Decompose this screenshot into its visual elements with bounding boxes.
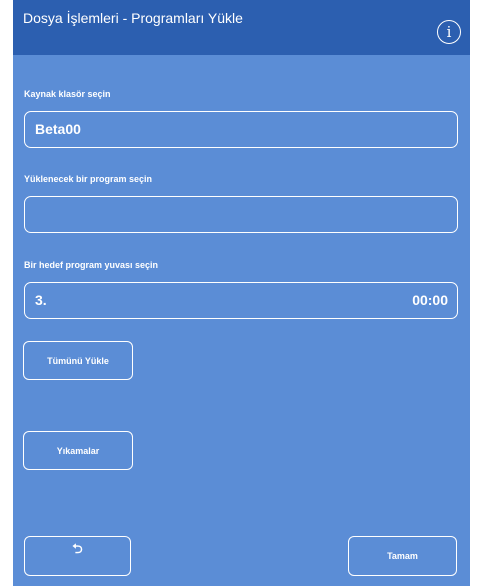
program-label: Yüklenecek bir program seçin	[24, 174, 153, 184]
load-all-button-label: Tümünü Yükle	[47, 355, 109, 366]
ok-button[interactable]: Tamam	[348, 536, 457, 576]
target-slot-label: Bir hedef program yuvası seçin	[24, 260, 159, 270]
undo-arrow-icon: ⮌	[72, 541, 83, 556]
source-folder-label: Kaynak klasör seçin	[24, 89, 111, 99]
ok-button-label: Tamam	[387, 551, 418, 561]
source-folder-field[interactable]: Beta00	[24, 111, 458, 148]
target-slot-field[interactable]: 3. 00:00	[24, 282, 458, 319]
target-slot-number: 3.	[35, 292, 47, 308]
rinses-button-label: Yıkamalar	[56, 445, 100, 456]
source-folder-value: Beta00	[35, 121, 81, 137]
load-all-button[interactable]: Tümünü Yükle	[23, 341, 133, 380]
info-icon[interactable]: i	[437, 20, 461, 44]
target-slot-time: 00:00	[412, 292, 448, 308]
page-title: Dosya İşlemleri - Programları Yükle	[23, 10, 243, 26]
header-bar: Dosya İşlemleri - Programları Yükle i	[13, 0, 470, 55]
screen: Dosya İşlemleri - Programları Yükle i Ka…	[13, 0, 470, 586]
program-field[interactable]	[24, 196, 458, 233]
back-button[interactable]: ⮌	[24, 536, 131, 576]
rinses-button[interactable]: Yıkamalar	[23, 431, 133, 470]
